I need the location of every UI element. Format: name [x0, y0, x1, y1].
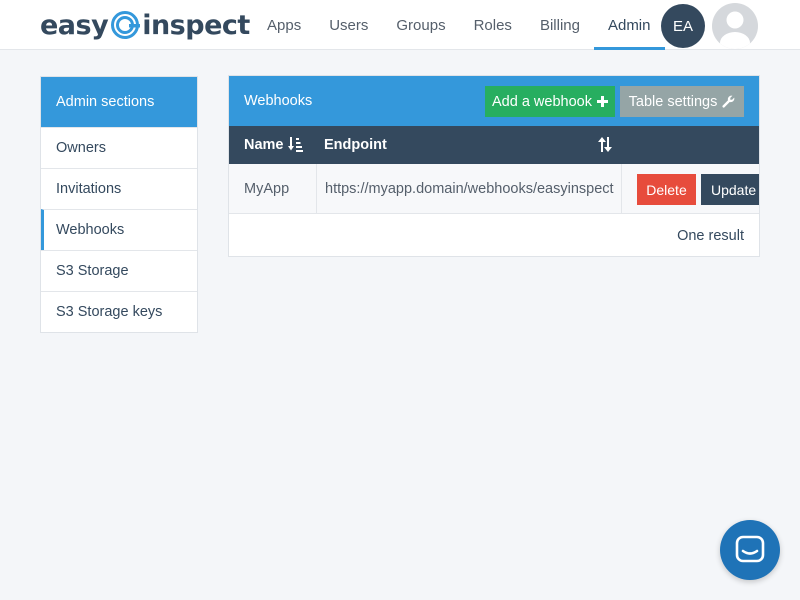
nav-billing[interactable]: Billing	[526, 0, 594, 50]
sidebar-item-invitations[interactable]: Invitations	[41, 168, 197, 209]
wrench-icon	[722, 95, 735, 108]
nav-apps[interactable]: Apps	[253, 0, 315, 50]
admin-sidebar: Admin sections Owners Invitations Webhoo…	[40, 76, 198, 333]
column-header-name[interactable]: Name	[244, 126, 284, 164]
webhooks-panel: Webhooks Add a webhook Table settings Na…	[228, 75, 760, 257]
add-webhook-button[interactable]: Add a webhook	[485, 86, 615, 117]
result-count: One result	[677, 228, 744, 244]
chat-launcher-button[interactable]	[720, 520, 780, 580]
sort-amount-down-icon[interactable]	[288, 137, 303, 152]
sort-icon[interactable]	[598, 137, 612, 152]
user-initials-avatar[interactable]: EA	[661, 4, 705, 48]
sidebar-item-owners[interactable]: Owners	[41, 127, 197, 168]
column-header-endpoint[interactable]: Endpoint	[324, 126, 387, 164]
logo-text-right: inspect	[142, 9, 250, 41]
webhook-name-cell: MyApp	[229, 164, 317, 214]
plus-icon	[596, 96, 608, 107]
table-settings-button[interactable]: Table settings	[620, 86, 744, 117]
chat-bubble-icon	[735, 535, 765, 563]
nav-groups[interactable]: Groups	[382, 0, 459, 50]
nav-roles[interactable]: Roles	[460, 0, 526, 50]
delete-button[interactable]: Delete	[637, 174, 696, 205]
sidebar-item-s3-storage[interactable]: S3 Storage	[41, 250, 197, 291]
nav-users[interactable]: Users	[315, 0, 382, 50]
update-button[interactable]: Update	[701, 174, 759, 205]
table-row: MyApp https://myapp.domain/webhooks/easy…	[229, 164, 759, 214]
user-photo-avatar[interactable]	[712, 3, 758, 49]
nav-admin[interactable]: Admin	[593, 0, 665, 50]
column-name-label: Name	[244, 137, 284, 153]
table-settings-label: Table settings	[628, 93, 718, 110]
column-endpoint-label: Endpoint	[324, 137, 387, 153]
sidebar-title: Admin sections	[41, 77, 197, 127]
panel-title: Webhooks	[244, 93, 313, 109]
sidebar-item-s3-storage-keys[interactable]: S3 Storage keys	[41, 291, 197, 332]
easyinspect-logo[interactable]: easy inspect	[40, 6, 250, 44]
webhook-endpoint-cell: https://myapp.domain/webhooks/easyinspec…	[317, 164, 622, 214]
sidebar-item-webhooks[interactable]: Webhooks	[41, 209, 197, 250]
top-navbar: easy inspect Apps Users Groups Roles Bil…	[0, 0, 800, 50]
panel-header: Webhooks Add a webhook Table settings	[229, 76, 759, 126]
add-webhook-label: Add a webhook	[492, 93, 592, 110]
logo-text-left: easy	[40, 9, 109, 41]
table-header: Name Endpoint	[229, 126, 759, 164]
logo-at-icon	[111, 11, 141, 39]
user-placeholder-icon	[720, 11, 750, 49]
main-nav: Apps Users Groups Roles Billing Admin	[253, 0, 665, 50]
